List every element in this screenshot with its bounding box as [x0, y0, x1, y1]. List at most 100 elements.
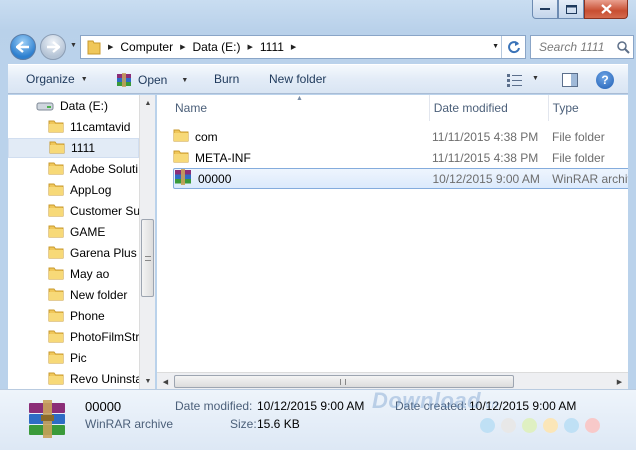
- tree-item-label: New folder: [70, 288, 128, 302]
- folder-icon: [48, 160, 64, 179]
- file-name: com: [195, 129, 218, 144]
- search-icon[interactable]: [617, 40, 630, 54]
- explorer-window: ▼ ▶ Computer ▶ Data (E:) ▶ 1111 ▶ ▼ Orga…: [0, 0, 636, 450]
- tree-item-label: PhotoFilmStr: [70, 330, 139, 344]
- open-label: Open: [138, 73, 168, 87]
- close-button[interactable]: [584, 0, 628, 19]
- file-type: WinRAR archive: [552, 171, 628, 186]
- breadcrumb-separator[interactable]: ▶: [180, 43, 185, 51]
- arrow-right-icon: [47, 41, 60, 53]
- column-type-label: Type: [552, 101, 579, 115]
- tree-item-label: 1111: [71, 141, 96, 155]
- tree-item[interactable]: PhotoFilmStr: [8, 327, 139, 347]
- column-header-date-modified[interactable]: Date modified: [430, 95, 549, 121]
- breadcrumb-computer[interactable]: Computer: [120, 40, 173, 54]
- file-name: 00000: [198, 171, 232, 186]
- command-bar: Organize ▼ Open ▼ Burn New folder ▼ ?: [8, 64, 628, 94]
- close-icon: [600, 4, 612, 14]
- file-row[interactable]: com 11/11/2015 4:38 PM File folder: [173, 126, 628, 147]
- maximize-icon: [565, 4, 577, 14]
- organize-button[interactable]: Organize ▼: [26, 72, 88, 86]
- tree-item-label: Customer Su: [70, 204, 139, 218]
- file-date-modified: 11/11/2015 4:38 PM: [432, 129, 539, 144]
- folder-icon: [48, 244, 64, 263]
- column-date-label: Date modified: [433, 101, 508, 115]
- help-button[interactable]: ?: [596, 71, 614, 89]
- view-options-icon[interactable]: [506, 72, 524, 88]
- scroll-up-arrow-icon[interactable]: ▲: [140, 95, 155, 111]
- tree-item[interactable]: GAME: [8, 222, 139, 242]
- arrow-left-icon: [16, 41, 29, 53]
- tree-item[interactable]: AppLog: [8, 180, 139, 200]
- folder-icon: [48, 223, 64, 242]
- file-row[interactable]: META-INF 11/11/2015 4:38 PM File folder: [173, 147, 628, 168]
- tree-item[interactable]: Data (E:): [8, 96, 139, 116]
- tree-item[interactable]: Adobe Soluti: [8, 159, 139, 179]
- tree-item[interactable]: Garena Plus: [8, 243, 139, 263]
- column-header-name[interactable]: Name: [157, 95, 430, 121]
- winrar-icon: [174, 168, 192, 189]
- winrar-icon: [117, 73, 131, 87]
- scroll-down-arrow-icon[interactable]: ▼: [140, 373, 155, 389]
- recent-pages-dropdown[interactable]: ▼: [70, 42, 77, 49]
- address-history-dropdown[interactable]: ▼: [492, 43, 499, 50]
- scroll-left-arrow-icon[interactable]: ◀: [157, 373, 174, 389]
- nav-vertical-scrollbar[interactable]: ▲ ▼: [139, 95, 155, 389]
- chevron-down-icon: ▼: [80, 75, 88, 83]
- tree-item-label: Pic: [70, 351, 87, 365]
- drive-icon: [36, 98, 54, 115]
- folder-icon: [48, 181, 64, 200]
- date-modified-value: 10/12/2015 9:00 AM: [257, 399, 365, 413]
- tree-item[interactable]: New folder: [8, 285, 139, 305]
- view-options-dropdown[interactable]: ▼: [532, 75, 539, 82]
- content-horizontal-scrollbar[interactable]: ◀ ▶: [157, 372, 628, 389]
- tree-item[interactable]: Customer Su: [8, 201, 139, 221]
- folder-icon: [48, 328, 64, 347]
- new-folder-button[interactable]: New folder: [269, 72, 326, 86]
- watermark-logo: Download.vn: [372, 388, 499, 413]
- tree-item[interactable]: 1111: [8, 138, 139, 158]
- scrollbar-thumb[interactable]: [174, 375, 514, 388]
- tree-item[interactable]: May ao: [8, 264, 139, 284]
- burn-button[interactable]: Burn: [214, 72, 239, 86]
- breadcrumb-separator[interactable]: ▶: [291, 43, 296, 51]
- tree-item-label: Garena Plus: [70, 246, 137, 260]
- new-folder-label: New folder: [269, 72, 327, 86]
- file-name: META-INF: [195, 150, 251, 165]
- back-button[interactable]: [10, 34, 36, 60]
- folder-icon: [49, 139, 65, 157]
- column-header-type[interactable]: Type: [549, 95, 628, 121]
- file-list-pane: ▲ Name Date modified Type com 11/11/2015 …: [157, 95, 628, 389]
- tree-item-label: 11camtavid: [70, 120, 131, 134]
- refresh-button[interactable]: [501, 36, 525, 58]
- file-row[interactable]: 00000 10/12/2015 9:00 AM WinRAR archive: [173, 168, 628, 189]
- file-date-modified: 11/11/2015 4:38 PM: [432, 150, 539, 165]
- scrollbar-thumb[interactable]: [141, 219, 154, 297]
- watermark-dots: [480, 418, 606, 433]
- breadcrumb-separator[interactable]: ▶: [108, 43, 113, 51]
- breadcrumb-1111[interactable]: 1111: [260, 40, 284, 54]
- tree-item[interactable]: Phone: [8, 306, 139, 326]
- search-box[interactable]: [530, 35, 634, 59]
- breadcrumb-separator[interactable]: ▶: [247, 43, 252, 51]
- tree-item[interactable]: 11camtavid: [8, 117, 139, 137]
- file-name-cell: 00000: [174, 168, 432, 189]
- forward-button[interactable]: [40, 34, 66, 60]
- tree-item-label: Revo Uninsta: [70, 372, 139, 386]
- tree-item[interactable]: Pic: [8, 348, 139, 368]
- tree-item-label: Adobe Soluti: [70, 162, 139, 176]
- navigation-pane: Data (E:) 11camtavid 1111 Adobe Soluti AppLo…: [8, 95, 155, 389]
- minimize-button[interactable]: [532, 0, 558, 19]
- file-name-cell: com: [173, 127, 432, 146]
- breadcrumb-data-e[interactable]: Data (E:): [192, 40, 240, 54]
- open-button[interactable]: Open ▼: [116, 72, 188, 88]
- scroll-right-arrow-icon[interactable]: ▶: [611, 373, 628, 389]
- column-name-label: Name: [175, 101, 208, 115]
- file-name-cell: META-INF: [173, 148, 432, 167]
- tree-item[interactable]: Revo Uninsta: [8, 369, 139, 389]
- address-bar[interactable]: ▶ Computer ▶ Data (E:) ▶ 1111 ▶ ▼: [80, 35, 526, 59]
- preview-pane-icon[interactable]: [561, 72, 579, 88]
- maximize-button[interactable]: [558, 0, 584, 19]
- tree-item-label: GAME: [70, 225, 106, 239]
- search-input[interactable]: [539, 40, 617, 54]
